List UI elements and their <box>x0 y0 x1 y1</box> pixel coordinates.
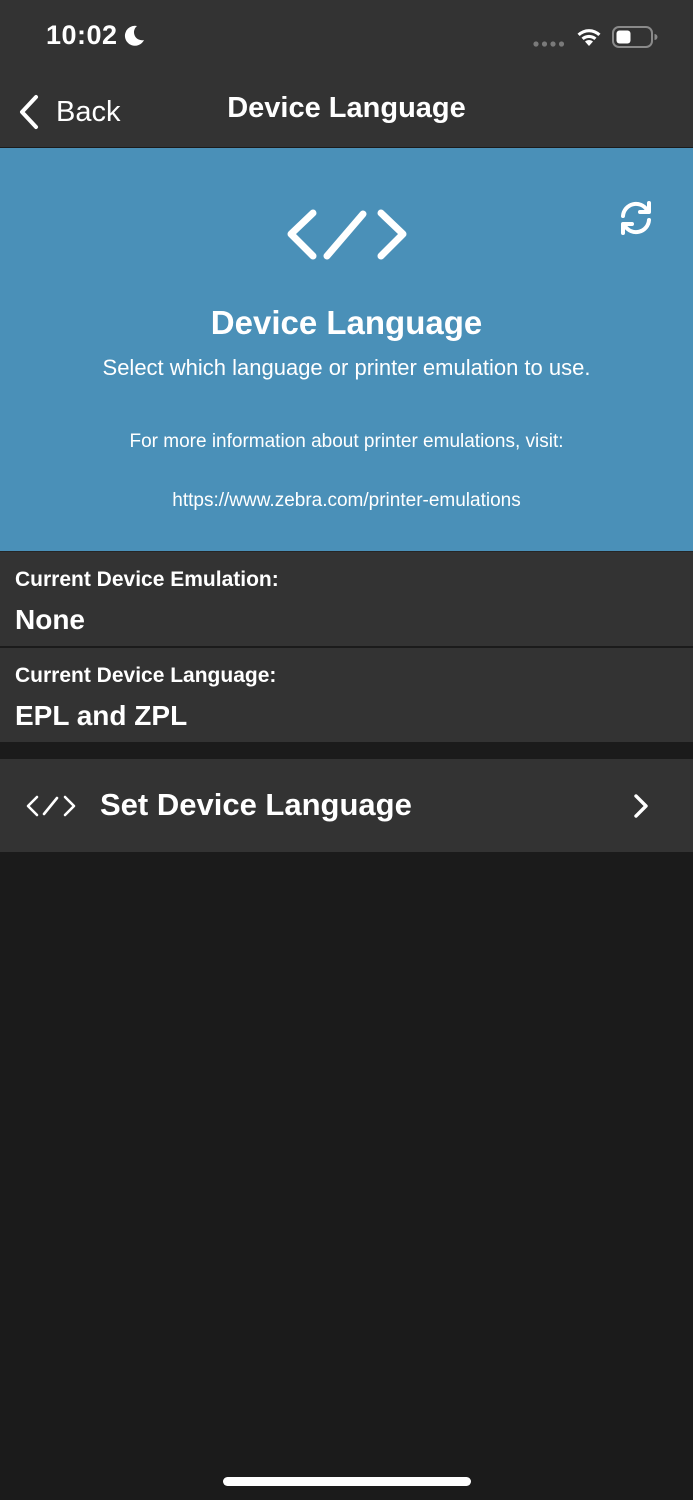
current-language-label: Current Device Language: <box>15 664 277 687</box>
cellular-signal-icon <box>533 41 565 47</box>
current-language-value: EPL and ZPL <box>15 700 188 731</box>
top-bar-area: 10:02 Back Device Language <box>0 0 693 147</box>
wifi-icon <box>577 29 601 46</box>
current-language-row: Current Device Language: EPL and ZPL <box>0 648 693 742</box>
home-indicator[interactable] <box>223 1477 471 1486</box>
current-emulation-label: Current Device Emulation: <box>15 568 279 591</box>
refresh-icon[interactable] <box>616 200 656 236</box>
status-time: 10:02 <box>46 20 118 50</box>
chevron-right-icon <box>634 794 648 818</box>
hero-subtitle: Select which language or printer emulati… <box>102 355 591 380</box>
set-device-language-label: Set Device Language <box>100 787 412 822</box>
code-brackets-icon <box>26 795 76 817</box>
battery-icon <box>612 26 658 48</box>
hero-title: Device Language <box>210 304 483 341</box>
current-emulation-row: Current Device Emulation: None <box>0 552 693 646</box>
code-brackets-icon <box>287 209 407 260</box>
hero-banner: Device Language Select which language or… <box>0 148 693 551</box>
page-title: Device Language <box>227 92 466 124</box>
emulation-info-link[interactable]: https://www.zebra.com/printer-emulations <box>0 490 693 512</box>
emulation-info-text: For more information about printer emula… <box>129 431 564 452</box>
set-device-language-button[interactable]: Set Device Language <box>0 759 693 852</box>
navigation-bar: Back Device Language <box>0 76 693 147</box>
status-bar: 10:02 <box>0 0 693 76</box>
current-emulation-value: None <box>15 604 85 635</box>
moon-icon <box>124 25 144 46</box>
device-language-screen: 10:02 Back Device Language Device Langua… <box>0 0 693 1500</box>
